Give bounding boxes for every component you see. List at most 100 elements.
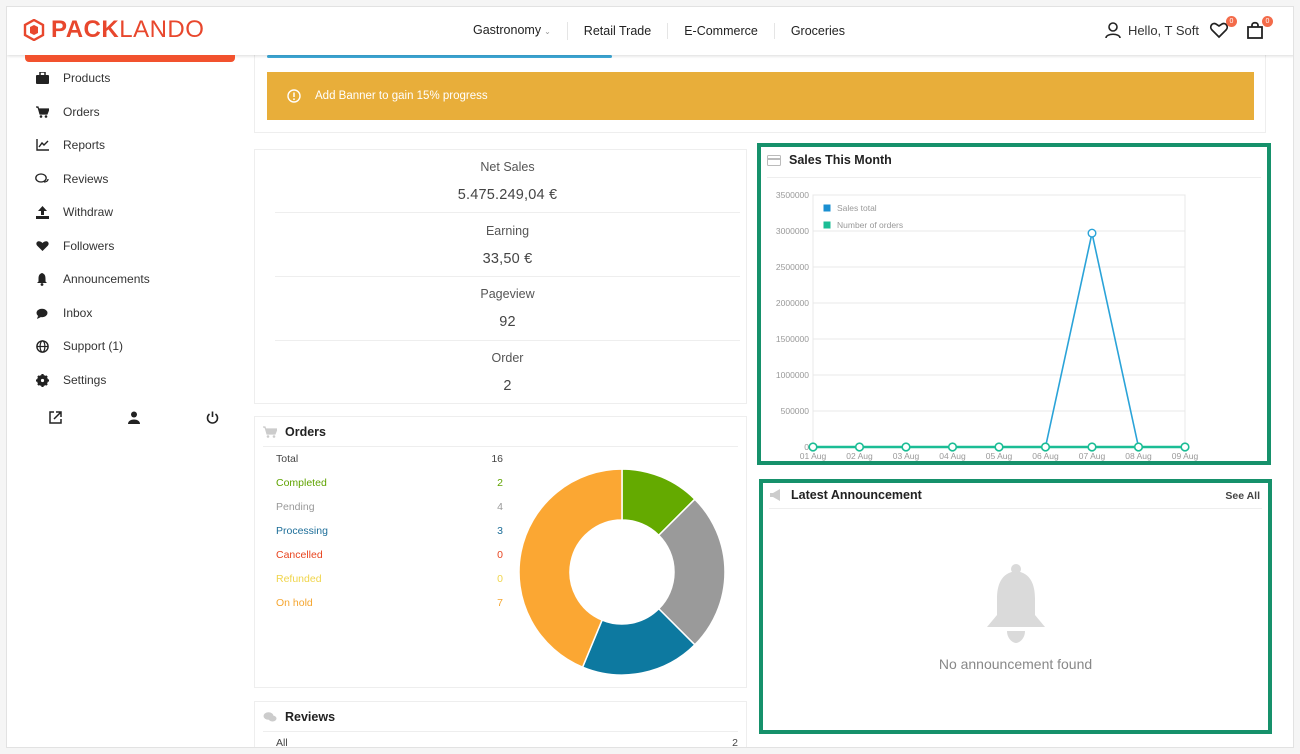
nav-label: Groceries	[790, 24, 846, 38]
sidebar	[7, 55, 247, 747]
order-status-row[interactable]: On hold 7	[276, 597, 503, 609]
y-tick-label: 500000	[781, 406, 810, 416]
x-tick-label: 05 Aug	[986, 451, 1013, 461]
card-title-text: Reviews	[285, 710, 336, 724]
order-status-count: 2	[497, 477, 503, 489]
sidebar-item-support[interactable]: Support (1)	[35, 339, 123, 353]
user-menu[interactable]: Hello, T Soft	[1104, 21, 1199, 39]
x-tick-label: 01 Aug	[800, 451, 827, 461]
sidebar-item-settings[interactable]: Settings	[35, 373, 106, 387]
x-tick-label: 06 Aug	[1032, 451, 1059, 461]
order-status-row[interactable]: Completed 2	[276, 477, 503, 489]
logo[interactable]: PACKLANDO	[23, 17, 204, 43]
reviews-all-value: 2	[732, 737, 738, 748]
sidebar-item-reports[interactable]: Reports	[35, 138, 105, 152]
sidebar-item-withdraw[interactable]: Withdraw	[35, 205, 113, 219]
credit-card-icon	[767, 154, 781, 166]
heart-icon	[35, 239, 49, 253]
y-tick-label: 1000000	[776, 370, 809, 380]
chart-icon	[35, 138, 49, 152]
data-point[interactable]	[1087, 442, 1097, 452]
plot-area	[812, 194, 1186, 448]
stat-pageview: Pageview 92	[275, 287, 740, 330]
order-status-row[interactable]: Pending 4	[276, 501, 503, 513]
sidebar-item-followers[interactable]: Followers	[35, 239, 114, 253]
nav-groceries[interactable]: Groceries	[775, 23, 861, 39]
stat-label: Order	[491, 351, 524, 365]
power-icon[interactable]	[206, 411, 219, 429]
stat-value: 92	[499, 314, 516, 330]
info-icon	[287, 89, 301, 103]
order-status-row[interactable]: Refunded 0	[276, 573, 503, 585]
card-title-text: Latest Announcement	[791, 488, 922, 502]
announcement-card-title: Latest Announcement	[769, 488, 922, 502]
orders-card-title: Orders	[263, 425, 326, 439]
sidebar-item-announcements[interactable]: Announcements	[35, 272, 150, 286]
main-nav: Gastronomy ⌄ Retail Trade E-Commerce Groc…	[457, 22, 861, 40]
card-title-text: Sales This Month	[789, 153, 892, 167]
legend-swatch	[822, 220, 832, 230]
sidebar-item-reviews[interactable]: Reviews	[35, 172, 108, 186]
wishlist-count-badge: 0	[1226, 16, 1237, 27]
divider	[275, 276, 740, 277]
nav-e-commerce[interactable]: E-Commerce	[668, 23, 775, 39]
stat-label: Net Sales	[480, 160, 535, 174]
external-link-icon[interactable]	[49, 411, 62, 429]
legend-label: Sales total	[837, 203, 877, 213]
order-status-row[interactable]: Cancelled 0	[276, 549, 503, 561]
sidebar-item-products[interactable]: Products	[35, 71, 110, 85]
x-tick-label: 09 Aug	[1172, 451, 1199, 461]
progress-banner[interactable]: Add Banner to gain 15% progress	[267, 72, 1254, 120]
cart-button[interactable]: 0	[1245, 16, 1273, 42]
x-tick-label: 04 Aug	[939, 451, 966, 461]
sidebar-item-label: Support (1)	[63, 339, 124, 353]
data-point[interactable]	[854, 442, 865, 452]
upload-icon	[35, 205, 49, 219]
sidebar-item-orders[interactable]: Orders	[35, 105, 100, 119]
stats-card: Net Sales 5.475.249,04 € Earning 33,50 €…	[254, 149, 747, 404]
wishlist-button[interactable]: 0	[1209, 16, 1237, 42]
app-frame: PACKLANDO Gastronomy ⌄ Retail Trade E-Com…	[6, 6, 1294, 748]
legend-swatch	[822, 203, 832, 213]
cart-icon	[263, 426, 277, 438]
stat-value: 2	[503, 378, 512, 394]
data-point[interactable]	[1087, 228, 1097, 238]
data-point[interactable]	[1180, 442, 1190, 452]
nav-gastronomy[interactable]: Gastronomy ⌄	[457, 22, 568, 40]
order-status-count: 0	[497, 573, 503, 585]
data-point[interactable]	[1133, 442, 1144, 452]
sidebar-item-label: Announcements	[63, 272, 150, 286]
reviews-all-row[interactable]: All 2	[276, 737, 738, 748]
sidebar-item-label: Settings	[63, 373, 107, 387]
globe-icon	[35, 339, 49, 353]
divider	[769, 508, 1262, 509]
nav-label: Gastronomy	[473, 23, 542, 37]
reviews-card: Reviews All 2	[254, 701, 747, 748]
stat-value: 33,50 €	[482, 251, 533, 267]
series-line-sales-total	[813, 232, 1185, 448]
data-point[interactable]	[901, 442, 911, 452]
data-point[interactable]	[1040, 442, 1051, 452]
user-profile-icon[interactable]	[128, 411, 140, 429]
see-all-link[interactable]: See All	[1225, 490, 1260, 502]
comments-icon	[263, 712, 277, 722]
stat-value: 5.475.249,04 €	[457, 187, 558, 203]
sidebar-item-inbox[interactable]: Inbox	[35, 306, 92, 320]
data-point[interactable]	[808, 442, 818, 452]
sidebar-item-label: Reviews	[63, 172, 109, 186]
sidebar-item-label: Orders	[63, 105, 100, 119]
order-status-label: Pending	[276, 501, 315, 513]
brand-part-2: LANDO	[119, 16, 205, 43]
nav-retail-trade[interactable]: Retail Trade	[568, 23, 669, 39]
sidebar-tools	[49, 411, 219, 429]
data-point[interactable]	[947, 442, 958, 452]
divider	[263, 446, 738, 447]
order-status-row[interactable]: Total 16	[276, 453, 503, 465]
nav-label: E-Commerce	[684, 24, 758, 38]
bell-icon	[35, 272, 49, 286]
data-point[interactable]	[994, 442, 1004, 452]
nav-label: Retail Trade	[583, 24, 652, 38]
order-status-count: 0	[497, 549, 503, 561]
order-status-count: 16	[491, 453, 503, 465]
order-status-row[interactable]: Processing 3	[276, 525, 503, 537]
